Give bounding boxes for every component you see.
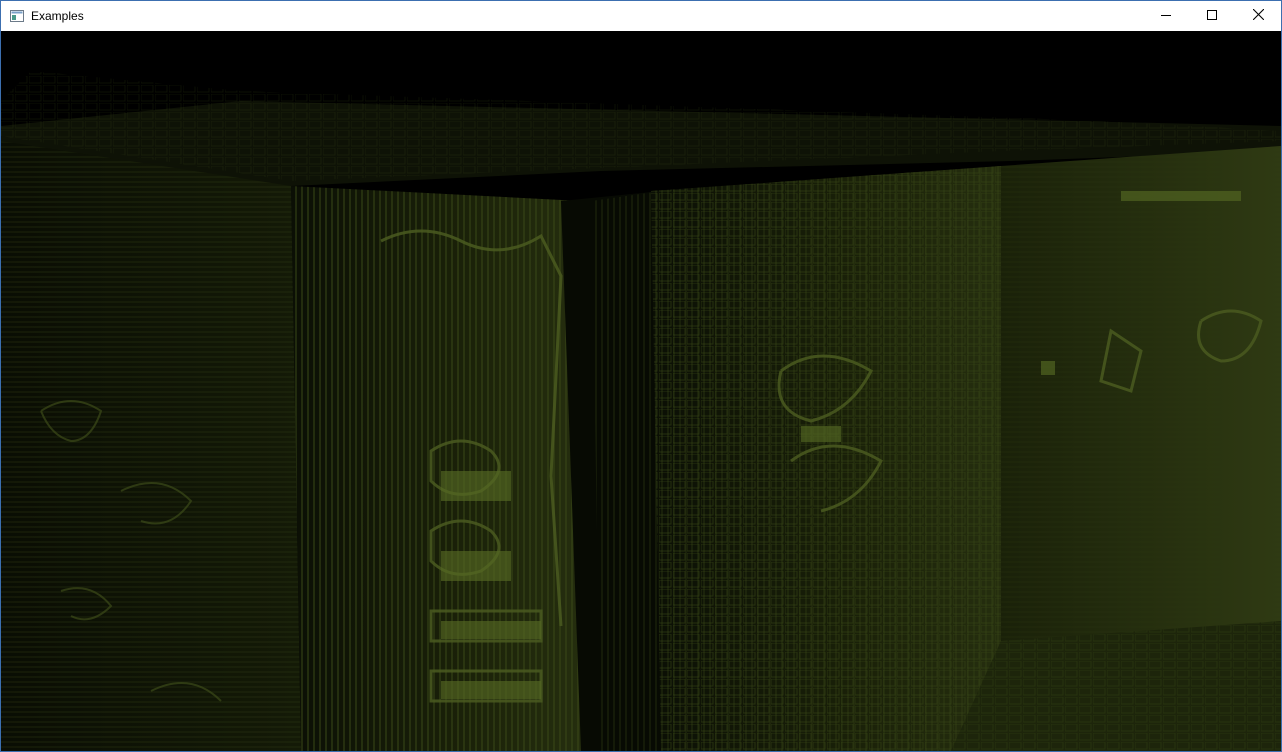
close-button[interactable] [1235,1,1281,31]
render-viewport[interactable] [1,31,1281,751]
minimize-icon [1161,7,1171,25]
minimize-button[interactable] [1143,1,1189,31]
window-controls [1143,1,1281,31]
maximize-button[interactable] [1189,1,1235,31]
window-title: Examples [31,9,84,23]
fractal-scene-render [1,71,1281,751]
window-app-icon [9,8,25,24]
title-bar[interactable]: Examples [1,1,1281,31]
close-icon [1252,7,1264,25]
app-window: Examples [0,0,1282,752]
maximize-icon [1207,7,1217,25]
